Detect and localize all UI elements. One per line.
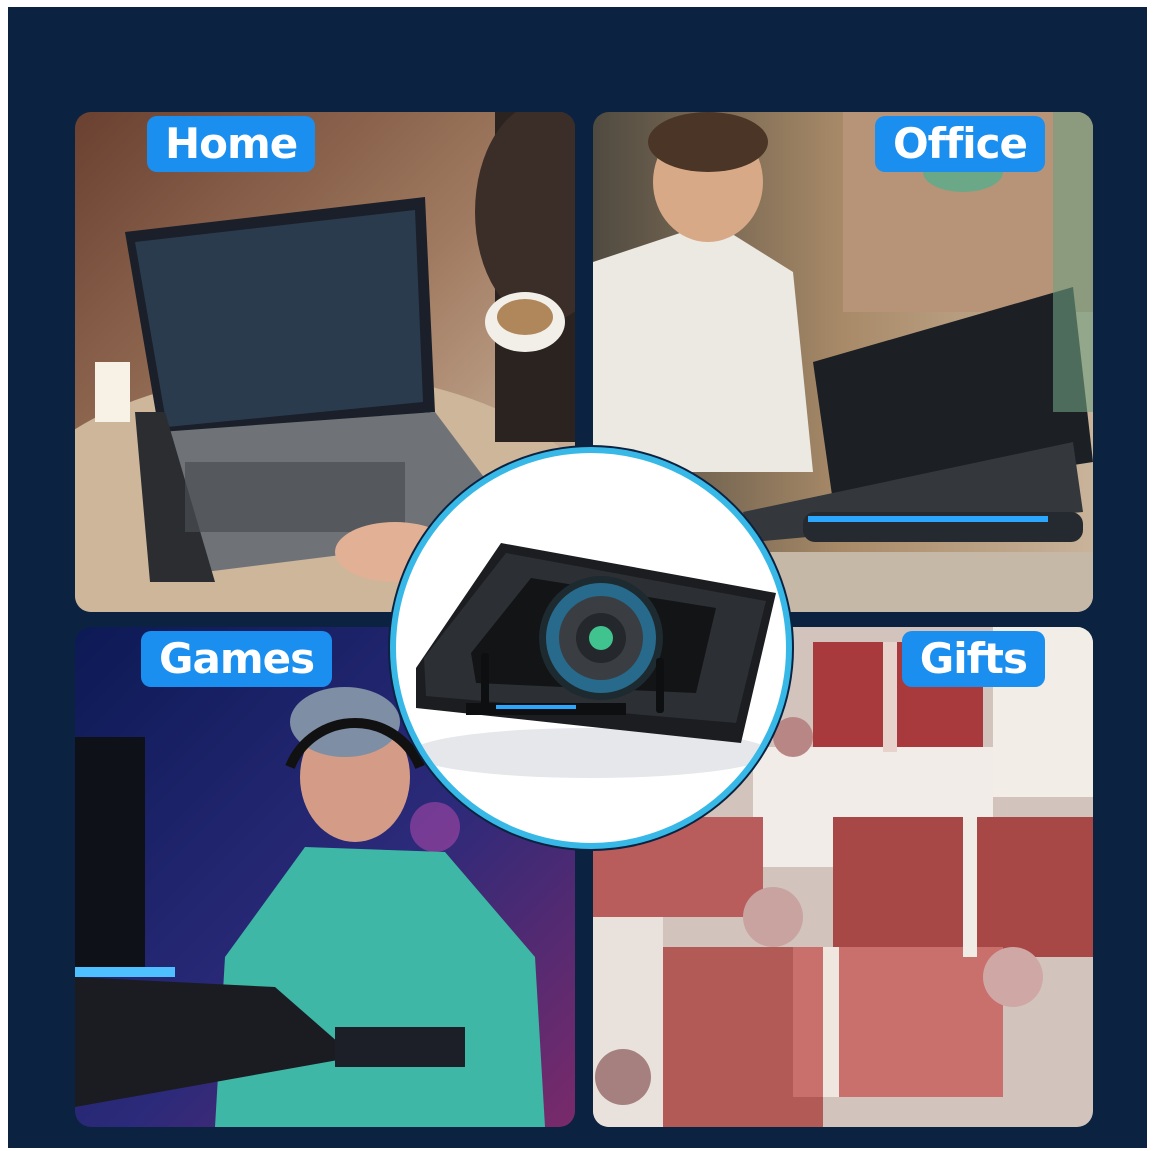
product-spotlight bbox=[390, 447, 792, 849]
games-label: Games bbox=[141, 631, 333, 687]
home-label: Home bbox=[147, 116, 316, 172]
cooling-pad-illustration bbox=[411, 543, 776, 778]
gifts-label: Gifts bbox=[901, 631, 1045, 687]
banner-frame: Home Office Games Gifts bbox=[8, 7, 1147, 1148]
office-label: Office bbox=[874, 116, 1045, 172]
